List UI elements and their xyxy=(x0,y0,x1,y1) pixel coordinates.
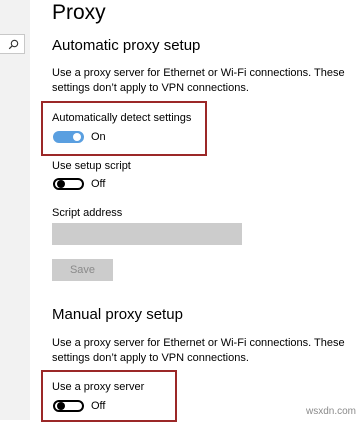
toggle-knob xyxy=(57,180,65,188)
search-icon xyxy=(8,39,19,50)
use-proxy-label: Use a proxy server xyxy=(52,381,145,393)
settings-nav-pane xyxy=(0,0,30,420)
watermark: wsxdn.com xyxy=(305,406,356,417)
automatic-proxy-description: Use a proxy server for Ethernet or Wi-Fi… xyxy=(52,67,345,94)
use-proxy-toggle[interactable] xyxy=(53,400,84,412)
search-input[interactable] xyxy=(0,34,25,54)
detect-settings-highlight xyxy=(41,101,207,156)
page-title: Proxy xyxy=(52,1,106,24)
setup-script-toggle[interactable] xyxy=(53,178,84,190)
detect-settings-label: Automatically detect settings xyxy=(52,112,192,124)
use-proxy-highlight xyxy=(41,370,177,422)
toggle-knob xyxy=(73,133,81,141)
manual-proxy-description: Use a proxy server for Ethernet or Wi-Fi… xyxy=(52,337,345,364)
use-proxy-state: Off xyxy=(91,400,106,412)
setup-script-label: Use setup script xyxy=(52,160,131,172)
toggle-knob xyxy=(57,402,65,410)
setup-script-state: Off xyxy=(91,178,106,190)
detect-settings-state: On xyxy=(91,131,106,143)
detect-settings-toggle[interactable] xyxy=(53,131,84,143)
save-button[interactable]: Save xyxy=(52,259,113,281)
automatic-proxy-heading: Automatic proxy setup xyxy=(52,37,201,54)
script-address-label: Script address xyxy=(52,207,123,219)
manual-proxy-heading: Manual proxy setup xyxy=(52,306,183,323)
script-address-input[interactable] xyxy=(52,223,242,245)
